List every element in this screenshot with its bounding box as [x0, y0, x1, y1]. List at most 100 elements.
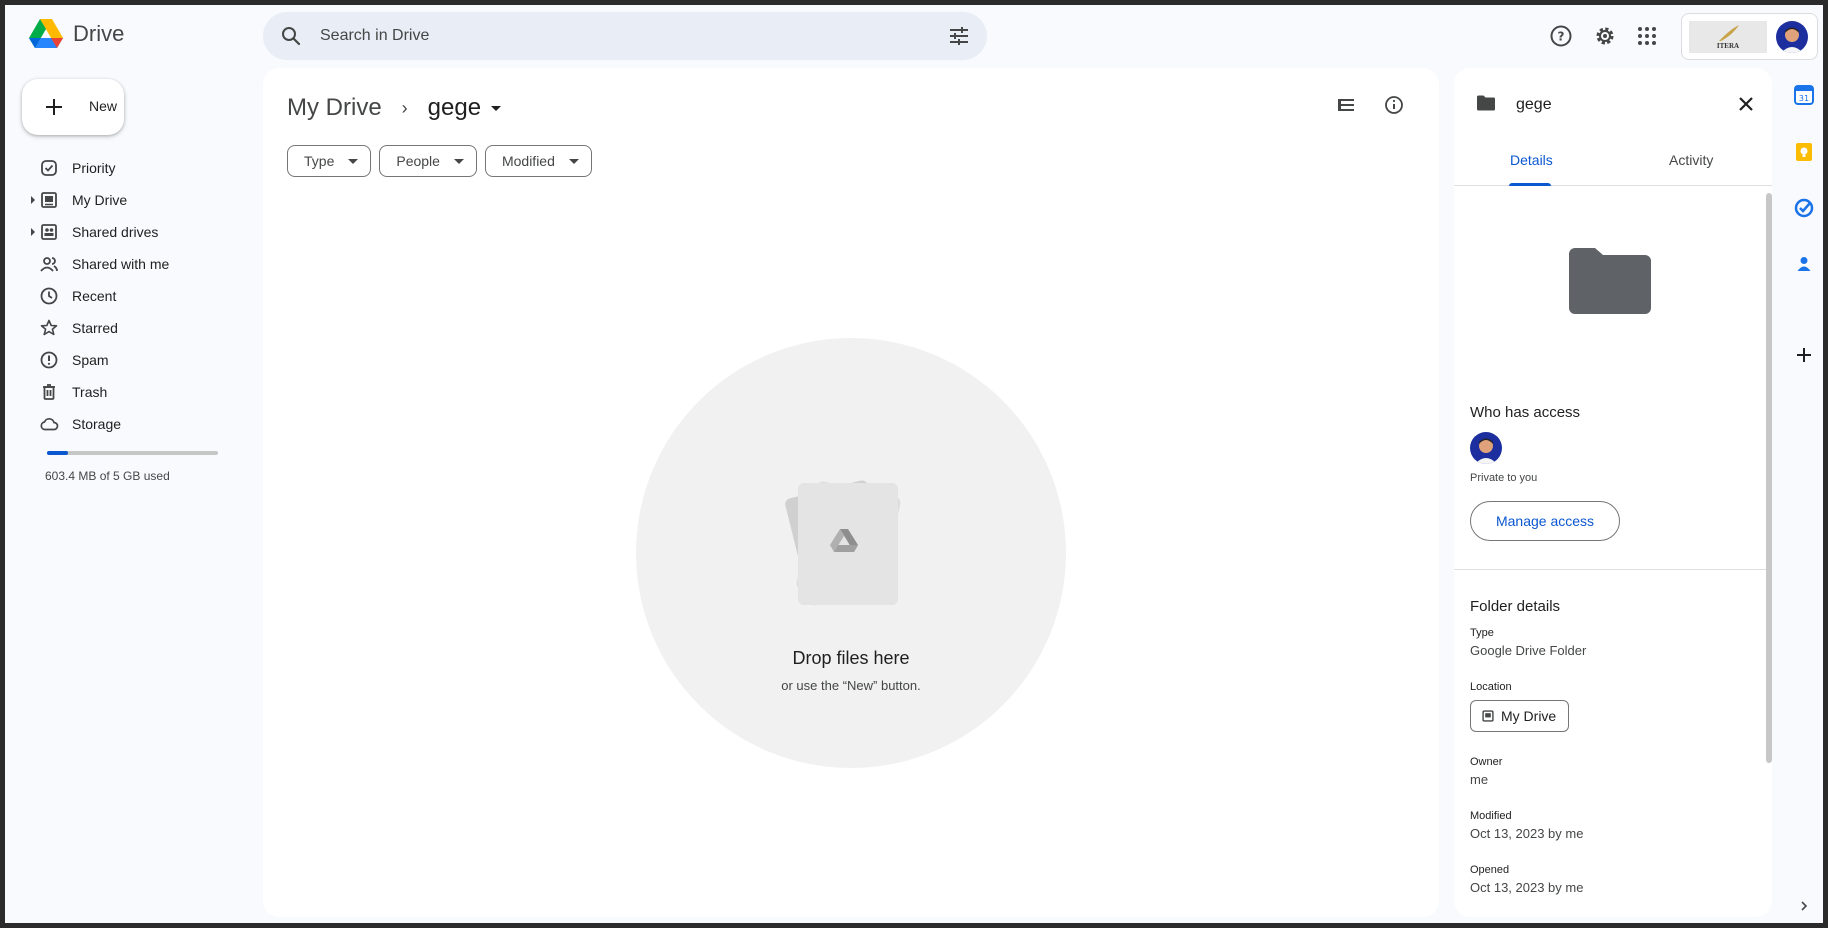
keep-app-icon[interactable] [1793, 141, 1815, 163]
sidebar-item-label: Shared drives [72, 224, 159, 240]
my-drive-icon [1482, 710, 1494, 722]
details-panel: gege Details Activity Who has access Pri… [1454, 68, 1772, 917]
filter-chips: Type People Modified [287, 145, 592, 177]
empty-files-illustration [785, 480, 901, 606]
owner-avatar[interactable] [1470, 432, 1502, 464]
folder-preview-icon [1569, 248, 1651, 319]
owner-value: me [1470, 772, 1489, 787]
sidebar-item-label: Storage [72, 416, 122, 432]
svg-text:31: 31 [1799, 94, 1809, 103]
chevron-down-icon [453, 158, 464, 164]
my-drive-icon [39, 190, 59, 210]
sidebar-item-shared-drives[interactable]: Shared drives [5, 216, 245, 248]
tab-details[interactable]: Details [1510, 152, 1553, 168]
section-divider [1454, 569, 1772, 570]
close-icon[interactable] [1734, 92, 1758, 121]
star-icon [39, 318, 59, 338]
main-content: My Drive › gege Type People Modified Dro… [263, 68, 1439, 917]
account-avatar[interactable] [1776, 21, 1808, 53]
chevron-down-icon [568, 158, 579, 164]
storage-usage-bar [47, 451, 218, 455]
svg-text:?: ? [1558, 30, 1565, 44]
empty-state-title: Drop files here [792, 648, 910, 668]
sidebar-item-label: Spam [72, 352, 109, 368]
filter-label: Type [304, 153, 335, 169]
tasks-app-icon[interactable] [1793, 197, 1815, 219]
who-has-access-heading: Who has access [1470, 404, 1581, 421]
drive-window: Drive Search in Drive ? ITERA New Priori… [5, 5, 1823, 923]
tab-activity[interactable]: Activity [1669, 152, 1713, 168]
organization-logo: ITERA [1689, 21, 1767, 53]
search-bar[interactable]: Search in Drive [263, 12, 987, 60]
sidebar-item-starred[interactable]: Starred [5, 312, 245, 344]
apps-grid-icon[interactable] [1633, 22, 1661, 50]
empty-state: Drop files here or use the “New” button. [636, 338, 1066, 768]
clock-icon [39, 286, 59, 306]
chevron-right-icon: › [401, 97, 408, 118]
list-view-icon[interactable] [1335, 94, 1357, 121]
filter-label: People [396, 153, 440, 169]
storage-usage-text: 603.4 MB of 5 GB used [45, 469, 170, 483]
sidebar-item-recent[interactable]: Recent [5, 280, 245, 312]
app-name: Drive [73, 21, 125, 46]
details-title: gege [1516, 96, 1552, 113]
modified-label: Modified [1470, 810, 1512, 822]
location-label: Location [1470, 681, 1512, 693]
expand-caret-icon[interactable] [31, 196, 35, 204]
calendar-app-icon[interactable]: 31 [1793, 84, 1815, 106]
details-tabs: Details Activity [1454, 136, 1772, 186]
filter-people-chip[interactable]: People [379, 145, 477, 177]
opened-label: Opened [1470, 864, 1510, 876]
sidebar-item-label: Shared with me [72, 256, 170, 272]
folder-menu-dropdown-icon[interactable] [491, 105, 502, 111]
plus-icon [42, 95, 66, 124]
sidebar-item-my-drive[interactable]: My Drive [5, 184, 245, 216]
opened-value: Oct 13, 2023 by me [1470, 880, 1584, 895]
access-status: Private to you [1470, 472, 1538, 484]
breadcrumb: My Drive › gege [287, 94, 502, 122]
location-value: My Drive [1501, 708, 1557, 724]
location-chip[interactable]: My Drive [1470, 700, 1570, 732]
drive-logo-icon [29, 19, 63, 48]
details-scrollbar[interactable] [1766, 193, 1772, 763]
account-switcher[interactable]: ITERA [1681, 13, 1818, 60]
type-label: Type [1470, 627, 1494, 639]
manage-access-button[interactable]: Manage access [1470, 501, 1620, 541]
sidebar-item-priority[interactable]: Priority [5, 152, 245, 184]
sidebar-item-label: Priority [72, 160, 116, 176]
expand-panel-chevron-icon[interactable] [1793, 895, 1815, 917]
expand-caret-icon[interactable] [31, 228, 35, 236]
sidebar-item-label: My Drive [72, 192, 128, 208]
filter-label: Modified [501, 153, 555, 169]
sidebar-item-storage[interactable]: Storage [5, 408, 245, 440]
search-options-icon[interactable] [947, 24, 971, 53]
active-tab-indicator [1509, 183, 1551, 186]
sidebar-item-shared-with-me[interactable]: Shared with me [5, 248, 245, 280]
sidebar-nav: Priority My Drive Shared drives Shared w… [5, 152, 245, 440]
breadcrumb-root[interactable]: My Drive [287, 94, 382, 122]
info-icon[interactable] [1383, 94, 1405, 121]
contacts-app-icon[interactable] [1793, 253, 1815, 275]
filter-type-chip[interactable]: Type [287, 145, 372, 177]
new-button[interactable]: New [22, 79, 124, 135]
owner-label: Owner [1470, 756, 1503, 768]
folder-details-heading: Folder details [1470, 598, 1561, 615]
type-value: Google Drive Folder [1470, 643, 1587, 658]
drive-logo[interactable]: Drive [29, 19, 124, 49]
breadcrumb-current[interactable]: gege [428, 94, 481, 122]
add-app-icon[interactable] [1793, 344, 1815, 366]
organization-label: ITERA [1716, 42, 1740, 50]
priority-icon [39, 158, 59, 178]
search-icon[interactable] [279, 24, 303, 53]
cloud-icon [39, 414, 59, 434]
search-input[interactable]: Search in Drive [320, 27, 429, 45]
sidebar-item-spam[interactable]: Spam [5, 344, 245, 376]
shared-drives-icon [39, 222, 59, 242]
help-icon[interactable]: ? [1547, 22, 1575, 50]
filter-modified-chip[interactable]: Modified [484, 145, 592, 177]
sidebar-item-trash[interactable]: Trash [5, 376, 245, 408]
modified-value: Oct 13, 2023 by me [1470, 826, 1584, 841]
settings-icon[interactable] [1591, 22, 1619, 50]
folder-icon [1476, 94, 1496, 117]
trash-icon [39, 382, 59, 402]
